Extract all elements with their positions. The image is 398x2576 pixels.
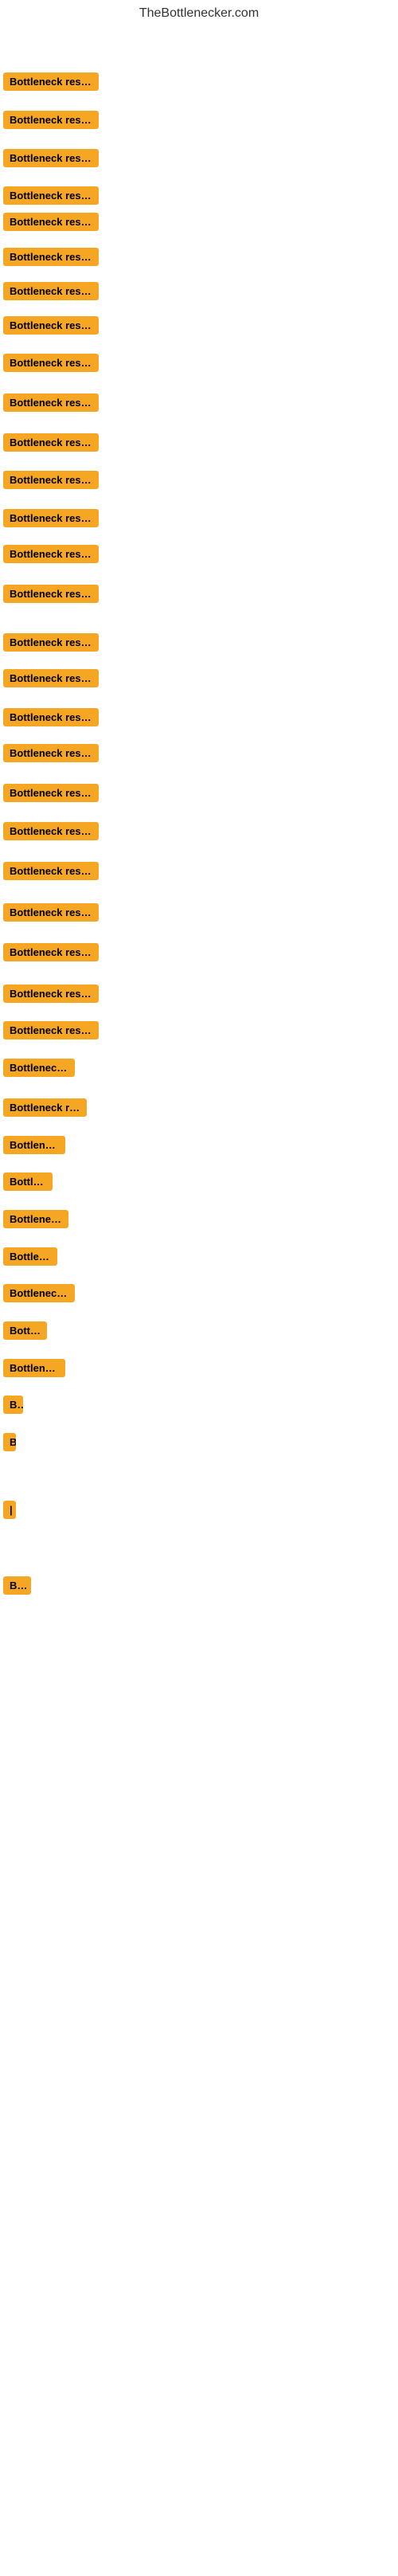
bottleneck-result-badge[interactable]: Bottleneck result (3, 149, 99, 167)
bottleneck-result-row: Bottleneck r (3, 1210, 68, 1232)
bottleneck-result-row: Bottleneck result (3, 111, 99, 133)
bottleneck-result-badge[interactable]: Bottleneck result (3, 72, 99, 91)
bottleneck-result-row: Bottleneck result (3, 433, 99, 456)
bottleneck-result-badge[interactable]: Bottlenec (3, 1247, 57, 1266)
bottleneck-result-badge[interactable]: Bottleneck (3, 1136, 65, 1154)
bottleneck-result-badge[interactable]: Bottleneck re (3, 1284, 75, 1302)
bottleneck-result-row: Bottleneck re (3, 1059, 75, 1081)
bottleneck-result-row: Bottleneck result (3, 213, 99, 235)
bottleneck-result-badge[interactable]: Bottleneck result (3, 943, 99, 961)
bottleneck-result-badge[interactable]: Bottleneck result (3, 708, 99, 726)
bottleneck-result-badge[interactable]: | (3, 1501, 16, 1519)
bottleneck-result-row: Bottleneck result (3, 149, 99, 171)
bottleneck-result-badge[interactable]: Bottlene (3, 1173, 53, 1191)
bottleneck-result-badge[interactable]: Bottleneck result (3, 186, 99, 205)
bottleneck-result-row: Bottleneck result (3, 509, 99, 531)
bottleneck-result-row: B (3, 1433, 16, 1455)
bottleneck-result-badge[interactable]: Bottleneck resul (3, 1098, 87, 1117)
bottleneck-result-badge[interactable]: Bo (3, 1396, 23, 1414)
bottleneck-result-row: Bottleneck result (3, 903, 99, 926)
bottleneck-result-badge[interactable]: Bottleneck result (3, 744, 99, 762)
bottleneck-result-badge[interactable]: Bottleneck result (3, 903, 99, 922)
bottleneck-result-badge[interactable]: Bottleneck result (3, 669, 99, 687)
bottleneck-result-badge[interactable]: Bottleneck result (3, 509, 99, 527)
bottleneck-result-row: Bottleneck result (3, 708, 99, 730)
bottleneck-result-row: Bottlen (3, 1321, 47, 1344)
bottleneck-result-row: Bottleneck result (3, 471, 99, 493)
bottleneck-result-badge[interactable]: Bott (3, 1576, 31, 1595)
bottleneck-result-row: Bottlenec (3, 1247, 57, 1270)
bottleneck-result-row: Bottleneck result (3, 186, 99, 209)
bottleneck-result-row: Bottleneck re (3, 1284, 75, 1306)
bottleneck-result-row: Bott (3, 1576, 31, 1599)
bottleneck-result-badge[interactable]: Bottleneck result (3, 393, 99, 412)
bottleneck-result-row: | (3, 1501, 16, 1523)
bottleneck-result-row: Bottleneck result (3, 585, 99, 607)
bottleneck-result-row: Bottleneck (3, 1359, 65, 1381)
bottleneck-result-row: Bottleneck result (3, 72, 99, 95)
bottleneck-result-badge[interactable]: Bottleneck result (3, 585, 99, 603)
bottleneck-result-row: Bottleneck result (3, 862, 99, 884)
bottleneck-result-badge[interactable]: Bottleneck result (3, 354, 99, 372)
bottleneck-result-badge[interactable]: Bottleneck result (3, 985, 99, 1003)
bottleneck-result-row: Bottleneck result (3, 1021, 99, 1043)
bottleneck-result-badge[interactable]: Bottleneck result (3, 471, 99, 489)
bottleneck-result-row: Bottleneck result (3, 393, 99, 416)
bottleneck-result-row: Bottleneck result (3, 822, 99, 844)
bottleneck-result-badge[interactable]: Bottleneck result (3, 1021, 99, 1039)
bottleneck-result-row: Bottleneck (3, 1136, 65, 1158)
bottleneck-result-badge[interactable]: Bottleneck result (3, 282, 99, 300)
bottleneck-result-badge[interactable]: Bottleneck result (3, 213, 99, 231)
bottleneck-result-badge[interactable]: Bottleneck result (3, 862, 99, 880)
bottleneck-result-badge[interactable]: Bottleneck r (3, 1210, 68, 1228)
bottleneck-result-row: Bottleneck result (3, 669, 99, 691)
bottleneck-result-row: Bottleneck resul (3, 1098, 87, 1121)
bottleneck-result-badge[interactable]: Bottleneck result (3, 545, 99, 563)
bottleneck-result-row: Bottleneck result (3, 282, 99, 304)
bottleneck-result-row: Bottleneck result (3, 316, 99, 339)
bottleneck-result-row: Bottleneck result (3, 633, 99, 656)
bottleneck-result-badge[interactable]: Bottleneck result (3, 784, 99, 802)
bottleneck-result-badge[interactable]: Bottleneck result (3, 433, 99, 452)
bottleneck-result-badge[interactable]: Bottleneck result (3, 633, 99, 652)
bottleneck-result-row: Bottlene (3, 1173, 53, 1195)
bottleneck-result-badge[interactable]: Bottleneck result (3, 248, 99, 266)
bottleneck-result-badge[interactable]: Bottleneck re (3, 1059, 75, 1077)
bottleneck-result-badge[interactable]: Bottleneck (3, 1359, 65, 1377)
site-title: TheBottlenecker.com (0, 0, 398, 27)
bottleneck-result-badge[interactable]: B (3, 1433, 16, 1451)
bottleneck-result-badge[interactable]: Bottlen (3, 1321, 47, 1340)
bottleneck-result-row: Bottleneck result (3, 943, 99, 965)
bottleneck-result-badge[interactable]: Bottleneck result (3, 316, 99, 335)
bottleneck-result-row: Bottleneck result (3, 744, 99, 766)
bottleneck-result-badge[interactable]: Bottleneck result (3, 822, 99, 840)
bottleneck-result-row: Bottleneck result (3, 354, 99, 376)
bottleneck-result-row: Bottleneck result (3, 545, 99, 567)
bottleneck-result-row: Bottleneck result (3, 248, 99, 270)
bottleneck-result-row: Bo (3, 1396, 23, 1418)
bottleneck-result-row: Bottleneck result (3, 985, 99, 1007)
bottleneck-result-row: Bottleneck result (3, 784, 99, 806)
bottleneck-result-badge[interactable]: Bottleneck result (3, 111, 99, 129)
